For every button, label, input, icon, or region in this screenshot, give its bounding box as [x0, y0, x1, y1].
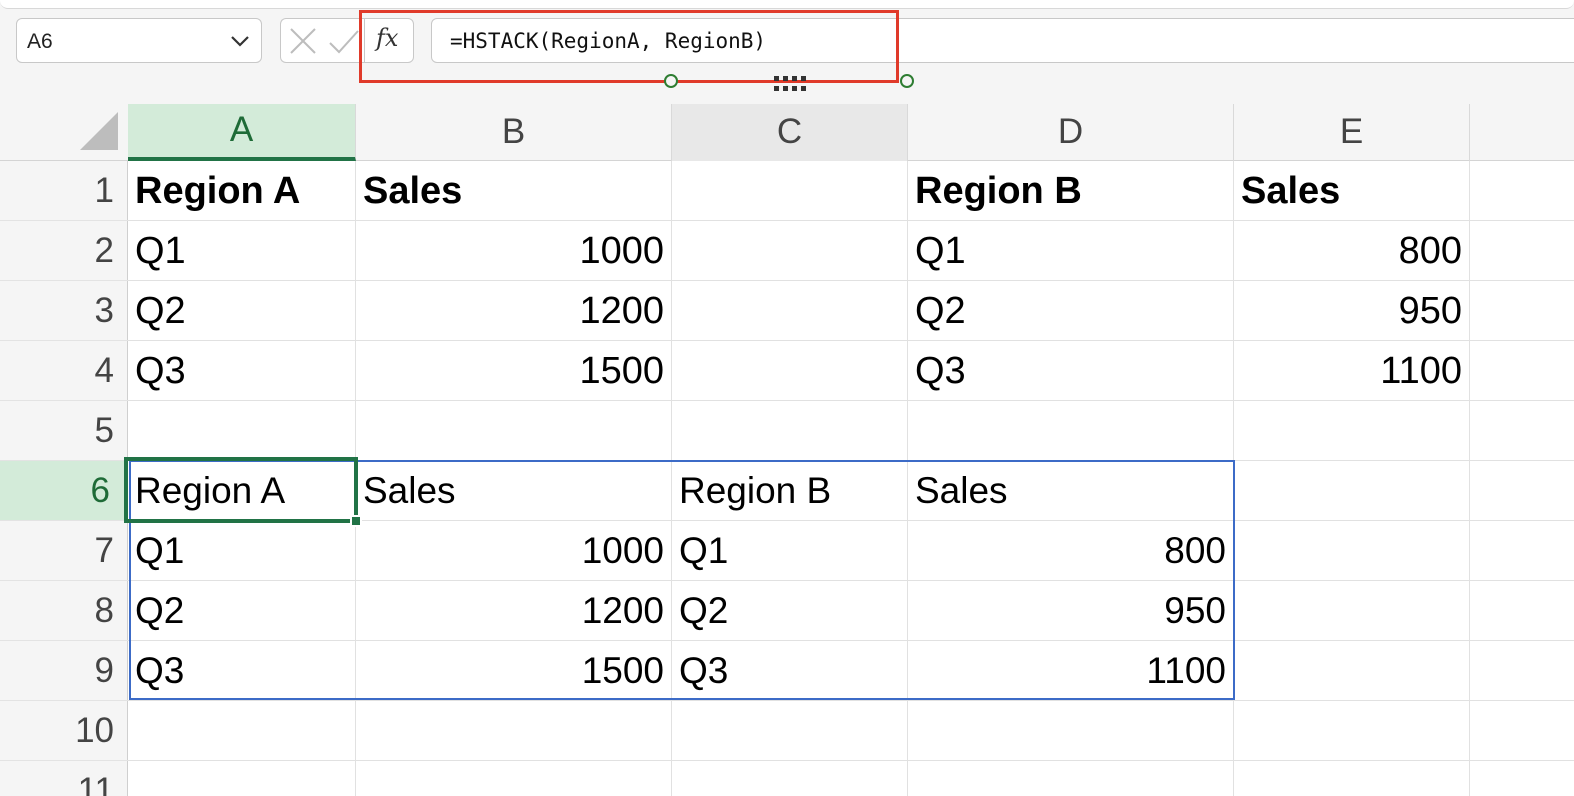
- cell-d7[interactable]: 800: [908, 521, 1234, 581]
- cell-c6[interactable]: Region B: [672, 461, 908, 521]
- row-header-7[interactable]: 7: [0, 521, 128, 581]
- column-header-c[interactable]: C: [672, 104, 908, 161]
- cell-d6[interactable]: Sales: [908, 461, 1234, 521]
- row-header-3[interactable]: 3: [0, 281, 128, 341]
- cell-b8[interactable]: 1200: [356, 581, 672, 641]
- cell-a6[interactable]: Region A: [128, 461, 356, 521]
- column-header-d[interactable]: D: [908, 104, 1234, 161]
- cell-c8[interactable]: Q2: [672, 581, 908, 641]
- cell-e1[interactable]: Sales: [1234, 161, 1470, 221]
- column-header-e[interactable]: E: [1234, 104, 1470, 161]
- formula-text: =HSTACK(RegionA, RegionB): [450, 29, 767, 53]
- cell-b3[interactable]: 1200: [356, 281, 672, 341]
- cancel-icon[interactable]: [280, 18, 324, 63]
- cell-a4[interactable]: Q3: [128, 341, 356, 401]
- cell-grid[interactable]: Region A Sales Region B Sales Q1 1000 Q1…: [128, 161, 1574, 796]
- insert-function-button[interactable]: fx: [364, 18, 414, 63]
- gridline: [128, 760, 1574, 761]
- resize-handle-right[interactable]: [900, 74, 914, 88]
- cell-a8[interactable]: Q2: [128, 581, 356, 641]
- row-headers: 1 2 3 4 5 6 7 8 9 10 11: [0, 161, 128, 796]
- cell-b6[interactable]: Sales: [356, 461, 672, 521]
- cell-a1[interactable]: Region A: [128, 161, 356, 221]
- ribbon-edge: [0, 0, 1574, 9]
- row-header-1[interactable]: 1: [0, 161, 128, 221]
- cell-b9[interactable]: 1500: [356, 641, 672, 701]
- resize-handle-left[interactable]: [664, 74, 678, 88]
- row-header-2[interactable]: 2: [0, 221, 128, 281]
- cell-b7[interactable]: 1000: [356, 521, 672, 581]
- cell-e2[interactable]: 800: [1234, 221, 1470, 281]
- chevron-down-icon[interactable]: [229, 32, 251, 50]
- cell-a3[interactable]: Q2: [128, 281, 356, 341]
- row-header-11[interactable]: 11: [0, 761, 128, 796]
- row-header-4[interactable]: 4: [0, 341, 128, 401]
- cell-b1[interactable]: Sales: [356, 161, 672, 221]
- cell-d9[interactable]: 1100: [908, 641, 1234, 701]
- cell-d1[interactable]: Region B: [908, 161, 1234, 221]
- cell-d4[interactable]: Q3: [908, 341, 1234, 401]
- cell-d2[interactable]: Q1: [908, 221, 1234, 281]
- column-header-a[interactable]: A: [128, 104, 356, 161]
- name-box-value: A6: [27, 30, 53, 53]
- cell-d3[interactable]: Q2: [908, 281, 1234, 341]
- row-header-5[interactable]: 5: [0, 401, 128, 461]
- row-header-9[interactable]: 9: [0, 641, 128, 701]
- cell-b4[interactable]: 1500: [356, 341, 672, 401]
- cell-b2[interactable]: 1000: [356, 221, 672, 281]
- row-header-10[interactable]: 10: [0, 701, 128, 761]
- cell-c7[interactable]: Q1: [672, 521, 908, 581]
- cell-c9[interactable]: Q3: [672, 641, 908, 701]
- cell-e3[interactable]: 950: [1234, 281, 1470, 341]
- fill-handle[interactable]: [350, 515, 362, 527]
- formula-bar: A6 fx =HSTACK(RegionA, RegionB): [0, 0, 1574, 104]
- name-box[interactable]: A6: [16, 18, 262, 63]
- cell-a9[interactable]: Q3: [128, 641, 356, 701]
- cell-a7[interactable]: Q1: [128, 521, 356, 581]
- function-icon: fx: [376, 24, 399, 52]
- column-headers: A B C D E: [0, 104, 1574, 161]
- checkmark-icon[interactable]: [324, 18, 364, 63]
- grip-dots-icon[interactable]: [774, 76, 806, 94]
- cell-a2[interactable]: Q1: [128, 221, 356, 281]
- row-header-8[interactable]: 8: [0, 581, 128, 641]
- cell-d8[interactable]: 950: [908, 581, 1234, 641]
- cell-e4[interactable]: 1100: [1234, 341, 1470, 401]
- formula-input[interactable]: =HSTACK(RegionA, RegionB): [431, 18, 1574, 63]
- row-header-6[interactable]: 6: [0, 461, 128, 521]
- select-all-icon[interactable]: [80, 112, 118, 150]
- column-header-b[interactable]: B: [356, 104, 672, 161]
